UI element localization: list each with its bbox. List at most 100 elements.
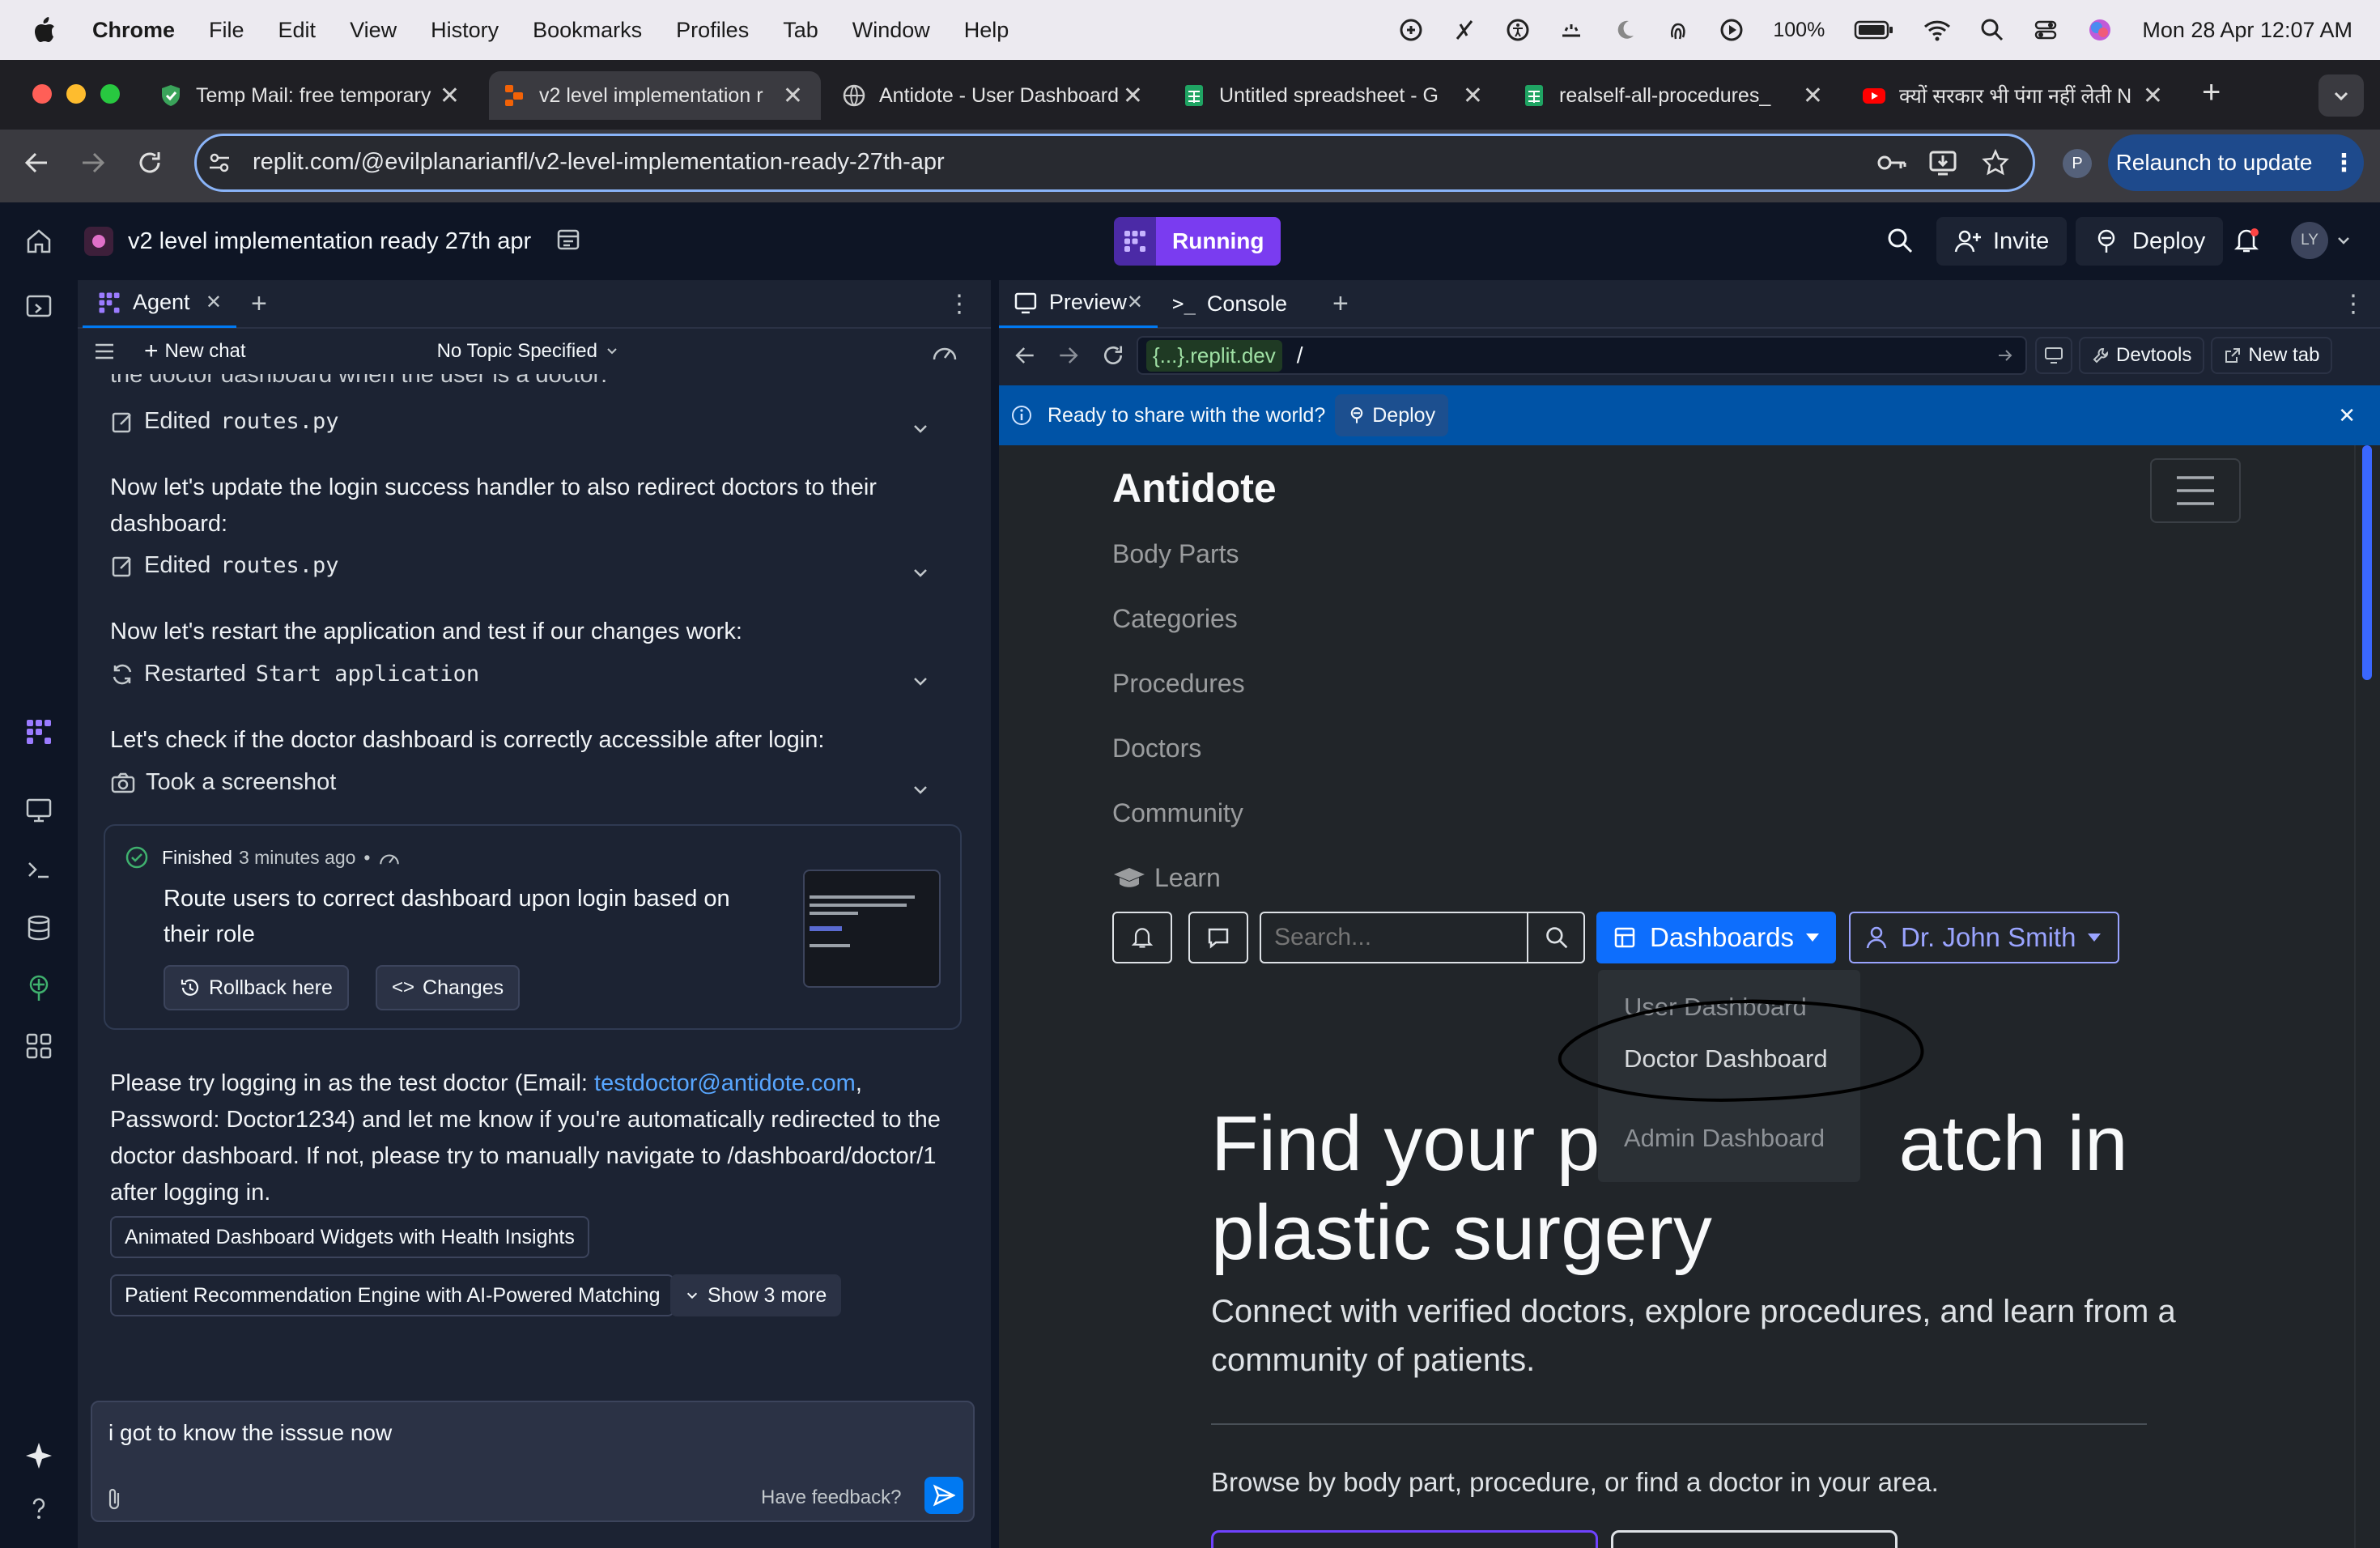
mute-icon[interactable] xyxy=(1452,18,1477,42)
console-icon[interactable] xyxy=(24,855,53,884)
webview-icon[interactable] xyxy=(24,795,53,824)
messages-button[interactable] xyxy=(1188,912,1248,963)
run-status[interactable]: Running xyxy=(1114,217,1281,266)
home-icon[interactable] xyxy=(24,227,53,256)
new-tab-button[interactable]: New tab xyxy=(2211,337,2333,374)
user-dropdown-button[interactable]: Dr. John Smith xyxy=(1849,912,2119,963)
menu-view[interactable]: View xyxy=(350,18,397,43)
feedback-link[interactable]: Have feedback? xyxy=(761,1486,901,1509)
close-tab-icon[interactable]: ✕ xyxy=(1463,82,1483,110)
chat-input[interactable]: i got to know the isssue now xyxy=(108,1420,392,1446)
topic-select[interactable]: No Topic Specified xyxy=(437,340,620,363)
battery-icon[interactable] xyxy=(1854,19,1894,40)
password-key-icon[interactable] xyxy=(1876,152,1907,173)
clock[interactable]: Mon 28 Apr 12:07 AM xyxy=(2142,18,2352,43)
preview-scrollbar-thumb[interactable] xyxy=(2362,445,2372,680)
files-icon[interactable] xyxy=(24,291,53,321)
forward-icon[interactable] xyxy=(79,151,107,175)
menu-app-name[interactable]: Chrome xyxy=(92,18,175,43)
notifications-bell-icon[interactable] xyxy=(2233,227,2260,254)
navbar-toggler[interactable] xyxy=(2150,458,2241,523)
browser-tab[interactable]: Untitled spreadsheet - G ✕ xyxy=(1169,71,1501,120)
action-step-restarted[interactable]: Restarted Start application xyxy=(110,661,479,687)
close-icon[interactable]: ✕ xyxy=(2338,403,2356,428)
changes-button[interactable]: <> Changes xyxy=(376,965,521,1010)
tab-search-button[interactable] xyxy=(2318,74,2364,117)
chevron-down-icon[interactable] xyxy=(912,563,929,581)
notifications-button[interactable] xyxy=(1112,912,1172,963)
profile-avatar[interactable]: P xyxy=(2063,149,2092,178)
action-step-edited[interactable]: Edited routes.py xyxy=(110,552,339,579)
back-icon[interactable] xyxy=(1014,345,1036,366)
rollback-button[interactable]: Rollback here xyxy=(164,965,349,1010)
fingerprint-icon[interactable] xyxy=(1666,18,1690,42)
email-link[interactable]: testdoctor@antidote.com xyxy=(594,1070,856,1096)
new-chat-button[interactable]: + New chat xyxy=(144,338,246,365)
add-tab-icon[interactable]: + xyxy=(251,288,267,320)
browser-tab[interactable]: Antidote - User Dashboard ✕ xyxy=(829,71,1161,120)
status-app-icon[interactable] xyxy=(1399,18,1423,42)
chevron-down-icon[interactable] xyxy=(912,419,929,437)
menu-window[interactable]: Window xyxy=(852,18,930,43)
device-toggle-button[interactable] xyxy=(2035,337,2072,374)
speedometer-icon[interactable] xyxy=(931,340,958,363)
back-icon[interactable] xyxy=(23,151,50,175)
siri-icon[interactable] xyxy=(2087,17,2113,43)
help-icon[interactable] xyxy=(24,1495,53,1524)
nav-community[interactable]: Community xyxy=(1112,798,1243,828)
accessibility-icon[interactable] xyxy=(1506,18,1530,42)
close-window-button[interactable] xyxy=(32,84,52,104)
user-menu[interactable]: LY xyxy=(2291,222,2352,259)
agent-icon[interactable] xyxy=(24,717,53,746)
menu-history[interactable]: History xyxy=(431,18,499,43)
nav-categories[interactable]: Categories xyxy=(1112,604,1238,634)
forward-icon[interactable] xyxy=(1057,345,1080,366)
relaunch-button[interactable]: Relaunch to update ⋮ xyxy=(2108,134,2364,191)
site-search-input[interactable] xyxy=(1261,913,1528,962)
close-tab-icon[interactable]: ✕ xyxy=(206,291,222,314)
arrow-right-icon[interactable] xyxy=(1996,347,2014,364)
nav-learn[interactable]: Learn xyxy=(1112,863,1221,893)
menu-tab[interactable]: Tab xyxy=(783,18,818,43)
workspace-details-icon[interactable] xyxy=(555,227,581,253)
nav-doctors[interactable]: Doctors xyxy=(1112,734,1201,763)
menu-file[interactable]: File xyxy=(209,18,244,43)
control-center-icon[interactable] xyxy=(2034,18,2058,42)
suggestion-chip[interactable]: Animated Dashboard Widgets with Health I… xyxy=(110,1216,589,1258)
tab-console[interactable]: >_ Console xyxy=(1158,279,1311,328)
moon-icon[interactable] xyxy=(1613,18,1637,42)
tab-agent[interactable]: Agent ✕ xyxy=(83,280,236,328)
menu-bookmarks[interactable]: Bookmarks xyxy=(533,18,642,43)
reload-icon[interactable] xyxy=(1101,343,1125,368)
deploy-button[interactable]: Deploy xyxy=(2076,217,2224,266)
menu-edit[interactable]: Edit xyxy=(278,18,317,43)
deployments-icon[interactable] xyxy=(24,973,53,1002)
minimize-window-button[interactable] xyxy=(66,84,86,104)
dropdown-item-admin-dashboard[interactable]: Admin Dashboard xyxy=(1624,1124,1825,1153)
preview-url-input[interactable]: {...}.replit.dev / xyxy=(1137,336,2027,375)
browser-tab[interactable]: Temp Mail: free temporary ✕ xyxy=(146,71,478,120)
apple-icon[interactable] xyxy=(32,16,57,44)
new-tab-icon[interactable]: + xyxy=(2202,74,2221,111)
search-icon[interactable] xyxy=(1545,925,1569,950)
weather-icon[interactable] xyxy=(1559,18,1583,42)
cta-button-partial[interactable] xyxy=(1211,1530,1598,1548)
chat-input-box[interactable]: i got to know the isssue now Have feedba… xyxy=(91,1401,975,1522)
send-button[interactable] xyxy=(924,1477,963,1514)
bookmark-star-icon[interactable] xyxy=(1982,149,2009,176)
banner-deploy-button[interactable]: Deploy xyxy=(1335,394,1449,436)
all-tools-icon[interactable] xyxy=(24,1031,53,1061)
devtools-button[interactable]: Devtools xyxy=(2079,337,2205,374)
close-tab-icon[interactable]: ✕ xyxy=(783,82,803,110)
add-tab-icon[interactable]: + xyxy=(1332,288,1349,320)
more-vert-icon[interactable]: ⋮ xyxy=(2341,290,2365,318)
tab-preview[interactable]: Preview ✕ xyxy=(999,279,1158,328)
install-app-icon[interactable] xyxy=(1928,149,1957,176)
zoom-window-button[interactable] xyxy=(100,84,120,104)
close-tab-icon[interactable]: ✕ xyxy=(1803,82,1823,110)
secondary-button-partial[interactable] xyxy=(1611,1530,1898,1548)
url-text[interactable]: replit.com/@evilplanarianfl/v2-level-imp… xyxy=(253,149,945,176)
screenshot-thumbnail[interactable] xyxy=(803,870,941,988)
action-step-edited[interactable]: Edited routes.py xyxy=(110,408,339,435)
more-vert-icon[interactable]: ⋮ xyxy=(947,290,971,318)
